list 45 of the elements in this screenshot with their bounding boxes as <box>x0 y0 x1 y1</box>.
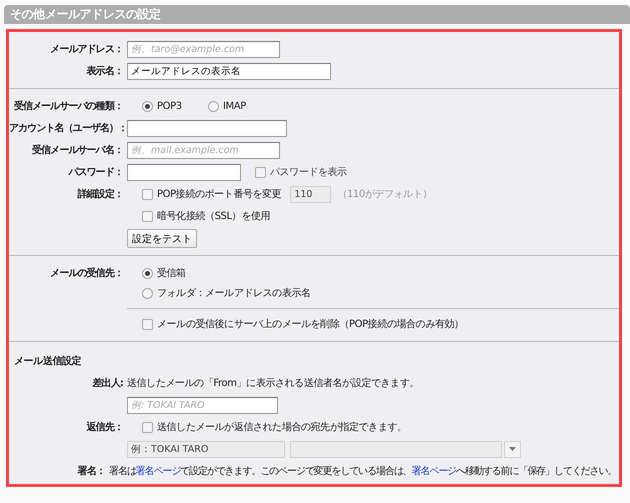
password-input[interactable] <box>127 164 241 180</box>
radio-button[interactable] <box>142 288 153 298</box>
checkbox[interactable] <box>255 166 266 178</box>
option-label: 暗号化接続（SSL）を使用 <box>157 210 270 223</box>
option-label: IMAP <box>223 100 246 112</box>
field-label: 詳細設定： <box>76 187 123 201</box>
signature-page-link[interactable]: 署名ページ <box>136 466 180 477</box>
signature-note: 署名は署名ページで設定ができます。このページで変更をしている場合は、署名ページへ移動する前に「保存」してください。 <box>109 464 616 478</box>
option-label: 送信したメールが返信された場合の宛先が指定できます。 <box>157 420 407 434</box>
checkbox[interactable] <box>142 210 153 222</box>
field-label: 差出人: <box>91 376 123 390</box>
option-label: POP3 <box>157 100 182 112</box>
option-label: パスワードを表示 <box>270 166 347 179</box>
checkbox[interactable] <box>142 188 153 200</box>
option-label: フォルダ：メールアドレスの表示名 <box>157 286 311 300</box>
radio-button[interactable] <box>142 100 153 112</box>
account-input[interactable] <box>127 120 287 136</box>
option-label: 受信箱 <box>157 266 186 280</box>
field-label: パスワード： <box>67 166 123 179</box>
option-label: POP接続のポート番号を変更 <box>157 188 282 201</box>
email-input[interactable]: 例、taro@example.com <box>127 40 280 58</box>
field-label: メールの受信先： <box>49 266 123 280</box>
radio-button[interactable] <box>142 268 153 278</box>
field-label: 受信メールサーバ名： <box>30 144 123 157</box>
server-input[interactable]: 例、mail.example.com <box>127 142 280 158</box>
checkbox[interactable] <box>142 422 153 432</box>
caret-icon <box>509 447 516 451</box>
sender-name-input[interactable]: 例: TOKAI TARO <box>127 396 278 414</box>
field-label: 受信メールサーバの種類： <box>12 100 123 113</box>
display-name-input[interactable]: メールアドレスの表示名 <box>127 62 331 80</box>
field-label: 表示名： <box>86 64 123 78</box>
field-label: メールアドレス： <box>49 43 123 56</box>
option-label: メールの受信後にサーバ上のメールを削除（POP接続の場合のみ有効） <box>157 318 464 331</box>
field-label: 署名： <box>76 464 105 478</box>
port-hint: （110がデフォルト） <box>337 188 432 201</box>
checkbox[interactable] <box>142 318 153 330</box>
section-heading: メール送信設定 <box>13 354 82 369</box>
signature-page-link[interactable]: 署名ページ <box>412 466 456 477</box>
section-title: その他メールアドレスの設定 <box>10 7 161 21</box>
radio-button[interactable] <box>208 100 219 112</box>
field-label: 返信先： <box>86 420 123 434</box>
test-settings-button[interactable]: 設定をテスト <box>127 228 197 248</box>
dropdown-button[interactable] <box>504 440 521 458</box>
field-label: アカウント名（ユーザ名）： <box>9 122 123 135</box>
sender-note: 送信したメールの「From」に表示される送信者名が設定できます。 <box>127 376 419 390</box>
